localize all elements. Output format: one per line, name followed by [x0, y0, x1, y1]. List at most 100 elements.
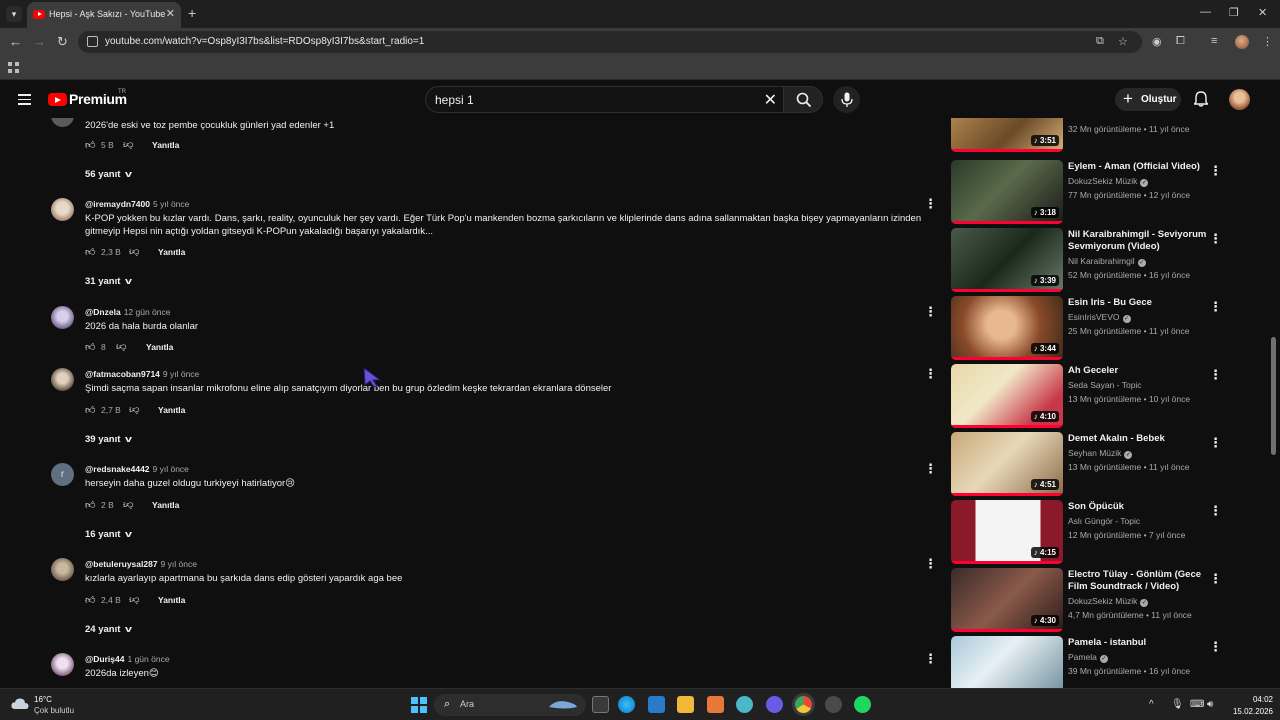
reply-button[interactable]: Yanıtla: [152, 500, 179, 510]
tab-search-button[interactable]: ▾: [6, 6, 22, 22]
taskbar-search[interactable]: ⌕ Ara: [434, 694, 586, 716]
reply-button[interactable]: Yanıtla: [158, 247, 185, 257]
browser-tab[interactable]: Hepsi - Aşk Sakızı - YouTube ✕: [27, 2, 181, 28]
taskbar-search-placeholder[interactable]: Ara: [460, 699, 474, 709]
video-channel[interactable]: Seyhan Müzik ✓: [1068, 448, 1133, 459]
video-channel[interactable]: Seda Sayan - Topic: [1068, 380, 1142, 390]
comment-time[interactable]: 1 gün önce: [127, 654, 169, 664]
tray-chevron-icon[interactable]: ^: [1149, 699, 1154, 710]
video-title[interactable]: Ah Geceler: [1068, 365, 1218, 377]
thumb-down-icon[interactable]: 👍︎: [123, 139, 133, 151]
replies-toggle[interactable]: 31 yanıt v: [85, 276, 132, 287]
comment-time[interactable]: 5 yıl önce: [153, 199, 189, 209]
spotify-icon[interactable]: [854, 696, 871, 713]
replies-toggle[interactable]: 16 yanıt v: [85, 529, 132, 540]
thumb-down-icon[interactable]: 👍︎: [123, 499, 133, 511]
clear-search-icon[interactable]: ✕: [764, 90, 777, 110]
more-vert-icon[interactable]: ⋮: [1209, 503, 1222, 519]
comment-author[interactable]: @iremaydn7400: [85, 199, 150, 209]
voice-search-button[interactable]: [833, 86, 860, 113]
store-icon[interactable]: [648, 696, 665, 713]
video-item[interactable]: ♪ 4:30 Electro Tülay - Gönlüm (Gece Film…: [945, 568, 1275, 632]
thumb-down-icon[interactable]: 👍︎: [116, 341, 126, 353]
comment-author[interactable]: @Dnzela: [85, 307, 121, 317]
edge-icon[interactable]: [618, 696, 635, 713]
account-avatar[interactable]: [1229, 89, 1250, 110]
media-controls-icon[interactable]: ≡: [1211, 35, 1217, 47]
close-window-button[interactable]: ✕: [1258, 6, 1267, 19]
video-thumbnail[interactable]: ♪ 3:18: [951, 160, 1063, 224]
comment-author[interactable]: @redsnake4442: [85, 464, 150, 474]
page-scrollbar[interactable]: [1271, 337, 1276, 455]
avatar[interactable]: [51, 558, 74, 581]
video-item[interactable]: ♪ 3:18 Eylem - Aman (Official Video) Dok…: [945, 160, 1275, 224]
comment-time[interactable]: 9 yıl önce: [163, 369, 199, 379]
video-title[interactable]: Nil Karaibrahimgil - Seviyorum Sevmiyoru…: [1068, 229, 1218, 253]
thumb-up-icon[interactable]: 👍︎: [85, 341, 95, 353]
discord-icon[interactable]: [766, 696, 783, 713]
video-title[interactable]: Electro Tülay - Gönlüm (Gece Film Soundt…: [1068, 569, 1218, 593]
video-item[interactable]: ♪ 3:51 32 Mn görüntüleme • 11 yıl önce: [945, 118, 1275, 152]
comment-time[interactable]: 12 gün önce: [124, 307, 171, 317]
more-vert-icon[interactable]: ⋮: [924, 461, 937, 477]
comment-author[interactable]: @fatmacoban9714: [85, 369, 160, 379]
chrome-icon[interactable]: [795, 696, 812, 713]
video-thumbnail[interactable]: ♪ 4:51: [951, 432, 1063, 496]
more-vert-icon[interactable]: ⋮: [924, 304, 937, 320]
thumb-down-icon[interactable]: 👍︎: [129, 594, 139, 606]
app-icon[interactable]: [825, 696, 842, 713]
avatar[interactable]: [51, 653, 74, 676]
more-vert-icon[interactable]: ⋮: [924, 651, 937, 667]
video-item[interactable]: ♪ 3:39 Nil Karaibrahimgil - Seviyorum Se…: [945, 228, 1275, 292]
browser-menu-icon[interactable]: ⋮: [1262, 35, 1273, 48]
reload-button[interactable]: ↻: [57, 34, 68, 50]
windows-start-icon[interactable]: [411, 697, 427, 713]
avatar[interactable]: [51, 306, 74, 329]
thumb-up-icon[interactable]: 👍︎: [85, 246, 95, 258]
more-vert-icon[interactable]: ⋮: [1209, 571, 1222, 587]
reply-button[interactable]: Yanıtla: [158, 405, 185, 415]
video-thumbnail[interactable]: ♪ 3:44: [951, 296, 1063, 360]
extensions-puzzle-icon[interactable]: ⧠: [1176, 35, 1185, 48]
video-item[interactable]: ♪ 4:51 Demet Akalın - Bebek Seyhan Müzik…: [945, 432, 1275, 496]
more-vert-icon[interactable]: ⋮: [924, 196, 937, 212]
replies-toggle[interactable]: 56 yanıt v: [85, 169, 132, 180]
address-bar[interactable]: youtube.com/watch?v=Osp8yI3I7bs&list=RDO…: [78, 31, 1142, 53]
replies-toggle[interactable]: 39 yanıt v: [85, 434, 132, 445]
video-item[interactable]: ♪ 4:10 Ah Geceler Seda Sayan - Topic 13 …: [945, 364, 1275, 428]
more-vert-icon[interactable]: ⋮: [924, 366, 937, 382]
volume-icon[interactable]: 🔊︎: [1207, 699, 1213, 710]
more-vert-icon[interactable]: ⋮: [1209, 367, 1222, 383]
minimize-button[interactable]: —: [1200, 6, 1211, 18]
video-channel[interactable]: Pamela ✓: [1068, 652, 1108, 663]
cloud-icon[interactable]: [11, 696, 29, 710]
more-vert-icon[interactable]: ⋮: [1209, 639, 1222, 655]
video-thumbnail[interactable]: ♪ 3:39: [951, 228, 1063, 292]
comment-time[interactable]: 9 yıl önce: [161, 559, 197, 569]
app-icon[interactable]: [707, 696, 724, 713]
video-channel[interactable]: DokuzSekiz Müzik ✓: [1068, 596, 1149, 607]
avatar[interactable]: r: [51, 463, 74, 486]
video-title[interactable]: Pamela - istanbul: [1068, 637, 1218, 649]
new-tab-button[interactable]: +: [188, 5, 196, 21]
thumb-up-icon[interactable]: 👍︎: [85, 499, 95, 511]
microphone-icon[interactable]: 🎙︎: [1171, 699, 1184, 710]
avatar[interactable]: [51, 368, 74, 391]
more-vert-icon[interactable]: ⋮: [1209, 231, 1222, 247]
video-title[interactable]: Son Öpücük: [1068, 501, 1218, 513]
search-query[interactable]: hepsi 1: [435, 93, 474, 107]
url-text[interactable]: youtube.com/watch?v=Osp8yI3I7bs&list=RDO…: [105, 36, 424, 47]
video-channel[interactable]: Nil Karaibrahimgil ✓: [1068, 256, 1146, 267]
more-vert-icon[interactable]: ⋮: [1209, 163, 1222, 179]
search-button[interactable]: [783, 86, 823, 113]
video-thumbnail[interactable]: ♪ 4:10: [951, 364, 1063, 428]
task-view-icon[interactable]: [592, 696, 609, 713]
menu-icon[interactable]: [18, 94, 31, 108]
thumb-down-icon[interactable]: 👍︎: [129, 404, 139, 416]
create-button[interactable]: + Oluştur: [1115, 88, 1181, 111]
extension-icon[interactable]: ◉: [1152, 35, 1162, 48]
more-vert-icon[interactable]: ⋮: [1209, 299, 1222, 315]
app-icon[interactable]: [736, 696, 753, 713]
thumb-down-icon[interactable]: 👍︎: [129, 246, 139, 258]
comment-author[interactable]: @Duriş44: [85, 654, 124, 664]
